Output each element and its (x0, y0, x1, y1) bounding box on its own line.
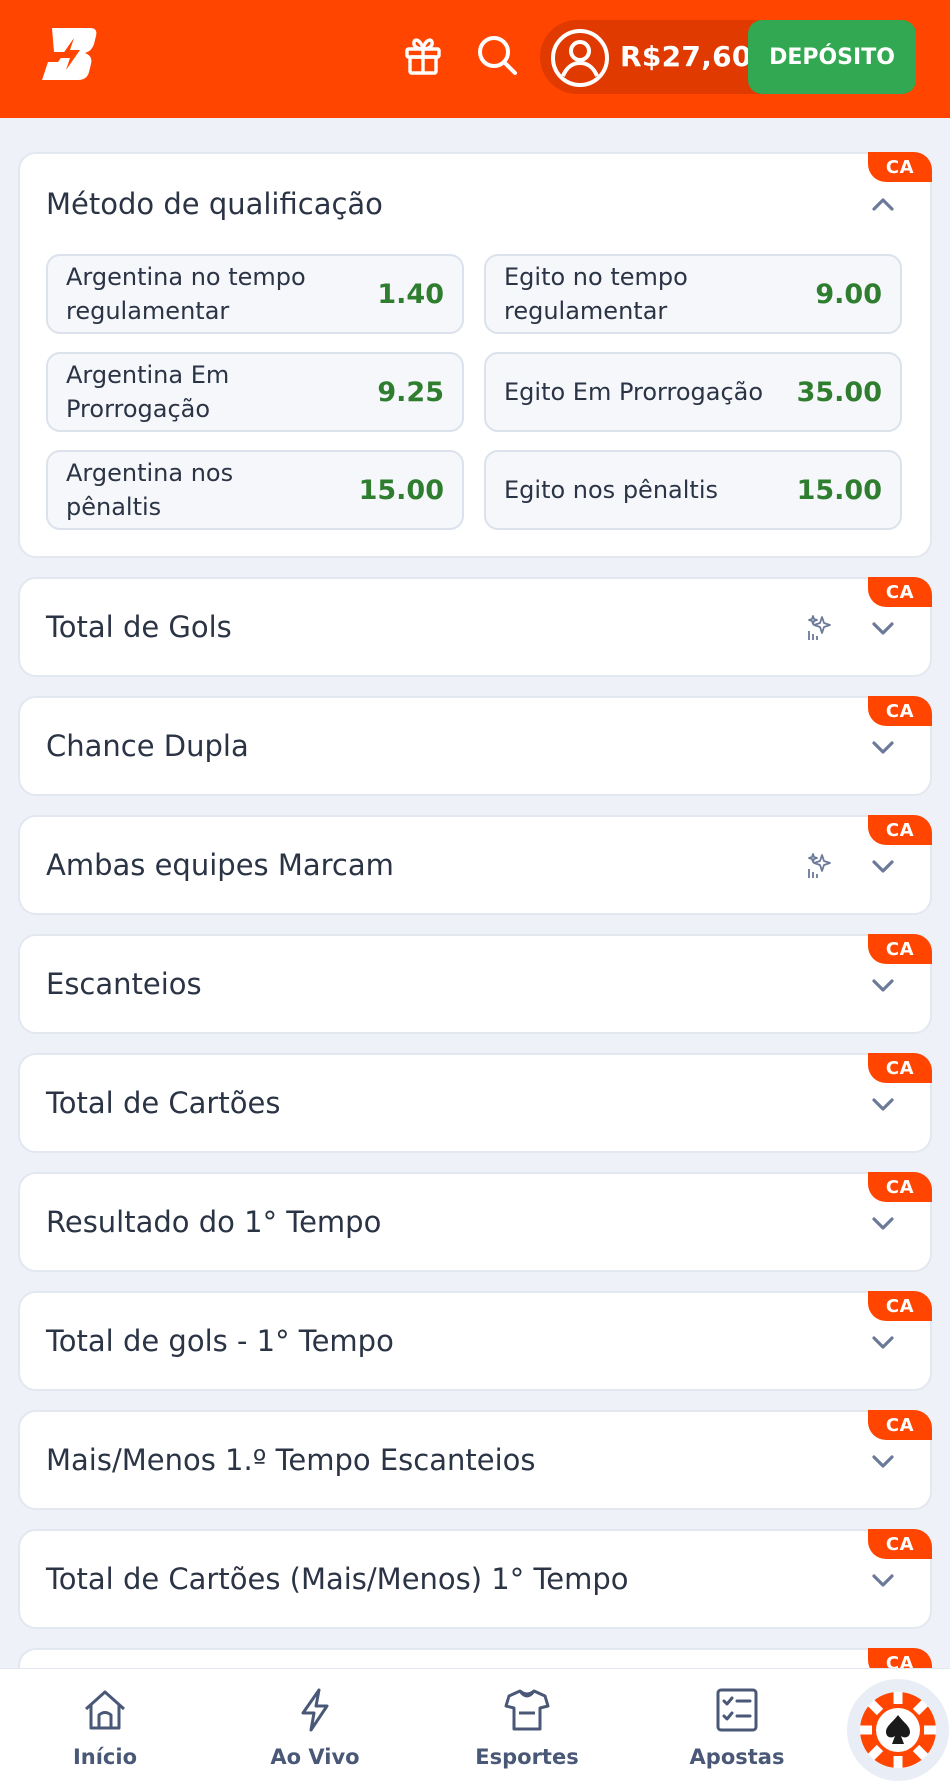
outcome-label: Argentina no tempo regulamentar (66, 263, 306, 325)
nav-bets[interactable]: Apostas (662, 1687, 812, 1787)
market-card-double-chance[interactable]: CA Chance Dupla (18, 696, 932, 796)
outcomes-grid: Argentina no tempo regulamentar 1.40 Egi… (20, 254, 930, 556)
outcome-button[interactable]: Egito no tempo regulamentar 9.00 (484, 254, 902, 334)
account-pill[interactable]: R$27,60 DEPÓSITO (540, 20, 916, 94)
outcome-odd: 35.00 (796, 376, 882, 408)
market-header[interactable]: Total de Cartões (Mais/Menos) 1° Tempo (20, 1531, 930, 1627)
market-title: Ambas equipes Marcam (46, 848, 394, 882)
outcome-odd: 1.40 (377, 278, 444, 310)
market-header[interactable]: Chance Dupla (20, 698, 930, 794)
market-header[interactable]: Total de Gols (20, 579, 930, 675)
market-header[interactable]: Método de qualificação (20, 154, 930, 254)
chevron-down-icon[interactable] (870, 615, 896, 641)
nav-sports-label: Esportes (475, 1745, 579, 1769)
outcome-odd: 15.00 (358, 474, 444, 506)
market-title: Mais/Menos 1.º Tempo Escanteios (46, 1443, 536, 1477)
outcome-button[interactable]: Argentina no tempo regulamentar 1.40 (46, 254, 464, 334)
outcome-button[interactable]: Argentina nos pênaltis 15.00 (46, 450, 464, 530)
chevron-down-icon[interactable] (870, 1210, 896, 1236)
nav-home[interactable]: Início (30, 1687, 180, 1787)
markets-list: CA Método de qualificação Argentina no t… (18, 152, 932, 1708)
top-header: R$27,60 DEPÓSITO (0, 0, 950, 118)
casino-chip-icon[interactable] (846, 1678, 950, 1782)
chevron-down-icon[interactable] (870, 1329, 896, 1355)
market-title: Escanteios (46, 967, 202, 1001)
search-icon[interactable] (474, 32, 520, 78)
market-title: Total de gols - 1° Tempo (46, 1324, 394, 1358)
wallet-balance[interactable]: R$27,60 (620, 20, 752, 94)
market-header[interactable]: Mais/Menos 1.º Tempo Escanteios (20, 1412, 930, 1508)
market-title: Total de Gols (46, 610, 232, 644)
deposit-button[interactable]: DEPÓSITO (748, 20, 916, 94)
outcome-label: Egito Em Prorrogação (504, 378, 764, 406)
market-title: Resultado do 1° Tempo (46, 1205, 382, 1239)
market-card-both-teams-score[interactable]: CA Ambas equipes Marcam (18, 815, 932, 915)
market-title: Total de Cartões (Mais/Menos) 1° Tempo (46, 1562, 629, 1596)
nav-live-label: Ao Vivo (270, 1745, 360, 1769)
market-header[interactable]: Resultado do 1° Tempo (20, 1174, 930, 1270)
market-header[interactable]: Total de gols - 1° Tempo (20, 1293, 930, 1389)
market-card-first-half-cards[interactable]: CA Total de Cartões (Mais/Menos) 1° Temp… (18, 1529, 932, 1629)
outcome-odd: 15.00 (796, 474, 882, 506)
nav-live[interactable]: Ao Vivo (240, 1687, 390, 1787)
outcome-button[interactable]: Argentina Em Prorrogação 9.25 (46, 352, 464, 432)
chevron-up-icon[interactable] (870, 192, 896, 218)
sparkle-icon (808, 615, 831, 640)
market-card-corners[interactable]: CA Escanteios (18, 934, 932, 1034)
market-card-first-half-result[interactable]: CA Resultado do 1° Tempo (18, 1172, 932, 1272)
market-card-total-goals[interactable]: CA Total de Gols (18, 577, 932, 677)
chevron-down-icon[interactable] (870, 853, 896, 879)
brand-logo-icon[interactable] (38, 26, 100, 82)
market-header[interactable]: Escanteios (20, 936, 930, 1032)
outcome-label: Egito nos pênaltis (504, 476, 718, 504)
outcome-label: Argentina nos pênaltis (66, 459, 234, 521)
chevron-down-icon[interactable] (870, 1448, 896, 1474)
market-title: Total de Cartões (46, 1086, 281, 1120)
market-card-first-half-goals[interactable]: CA Total de gols - 1° Tempo (18, 1291, 932, 1391)
market-header[interactable]: Total de Cartões (20, 1055, 930, 1151)
nav-bets-label: Apostas (689, 1745, 785, 1769)
market-card-total-cards[interactable]: CA Total de Cartões (18, 1053, 932, 1153)
lightning-icon (301, 1688, 329, 1732)
market-title: Chance Dupla (46, 729, 249, 763)
jersey-icon (504, 1689, 550, 1731)
nav-sports[interactable]: Esportes (452, 1687, 602, 1787)
user-avatar-icon[interactable] (550, 28, 610, 88)
market-card-qualification-method: CA Método de qualificação Argentina no t… (18, 152, 932, 558)
chevron-down-icon[interactable] (870, 1091, 896, 1117)
bottom-navigation: Início Ao Vivo Esportes Apostas (0, 1668, 950, 1790)
chevron-down-icon[interactable] (870, 972, 896, 998)
chevron-down-icon[interactable] (870, 734, 896, 760)
outcome-button[interactable]: Egito Em Prorrogação 35.00 (484, 352, 902, 432)
outcome-button[interactable]: Egito nos pênaltis 15.00 (484, 450, 902, 530)
outcome-label: Argentina Em Prorrogação (66, 361, 230, 423)
sparkle-icon (808, 853, 831, 878)
market-card-first-half-corners[interactable]: CA Mais/Menos 1.º Tempo Escanteios (18, 1410, 932, 1510)
nav-home-label: Início (72, 1745, 138, 1769)
chevron-down-icon[interactable] (870, 1567, 896, 1593)
outcome-odd: 9.00 (815, 278, 882, 310)
outcome-label: Egito no tempo regulamentar (504, 263, 688, 325)
market-title: Método de qualificação (46, 187, 383, 221)
gift-icon[interactable] (400, 32, 446, 78)
home-icon (84, 1690, 126, 1730)
market-header[interactable]: Ambas equipes Marcam (20, 817, 930, 913)
outcome-odd: 9.25 (377, 376, 444, 408)
checklist-icon (716, 1688, 758, 1732)
